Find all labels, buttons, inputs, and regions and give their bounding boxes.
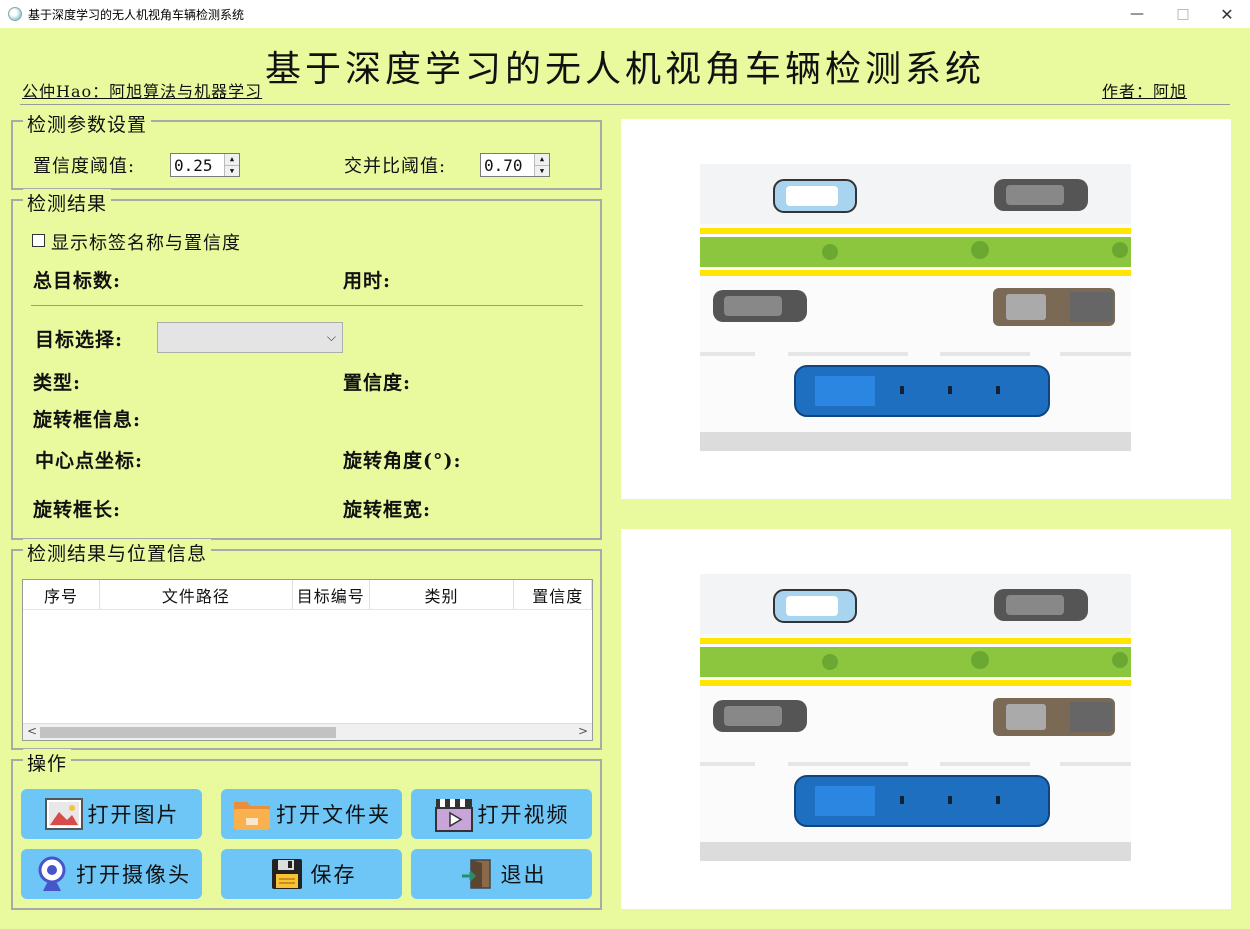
ops-group-title: 操作 — [23, 749, 72, 776]
target-select-dropdown[interactable]: ⌵ — [157, 322, 343, 353]
conf-threshold-spinbox[interactable]: 0.25 ▲ ▼ — [170, 153, 240, 177]
close-button[interactable]: ✕ — [1204, 0, 1250, 28]
col-header-filepath[interactable]: 文件路径 — [100, 580, 293, 609]
params-group: 检测参数设置 置信度阈值: 0.25 ▲ ▼ 交并比阈值: 0.70 ▲ ▼ — [11, 110, 602, 190]
col-header-confidence[interactable]: 置信度 — [514, 580, 592, 609]
rotbox-info-label: 旋转框信息: — [33, 409, 142, 431]
results-table[interactable]: 序号 文件路径 目标编号 类别 置信度 < > — [22, 579, 593, 741]
results-divider — [31, 305, 583, 306]
spin-up-icon[interactable]: ▲ — [535, 154, 549, 165]
scrollbar-thumb[interactable] — [40, 727, 336, 738]
table-group-title: 检测结果与位置信息 — [23, 539, 212, 566]
scroll-right-icon[interactable]: > — [578, 724, 588, 738]
params-group-title: 检测参数设置 — [23, 110, 152, 137]
exit-door-icon — [457, 854, 497, 894]
col-header-target-id[interactable]: 目标编号 — [293, 580, 370, 609]
total-targets-label: 总目标数: — [33, 270, 122, 292]
box-width-label: 旋转框宽: — [343, 499, 432, 521]
spin-up-icon[interactable]: ▲ — [225, 154, 239, 165]
confidence-label: 置信度: — [343, 372, 412, 394]
author-caption: 作者：阿旭 — [1102, 82, 1188, 101]
app-icon — [8, 7, 22, 21]
elapsed-time-label: 用时: — [343, 270, 392, 292]
table-group: 检测结果与位置信息 序号 文件路径 目标编号 类别 置信度 < > — [11, 539, 602, 750]
open-camera-button[interactable]: 打开摄像头 — [21, 849, 202, 899]
open-image-button[interactable]: 打开图片 — [21, 789, 202, 839]
show-label-checkbox[interactable] — [32, 234, 45, 247]
webcam-icon — [32, 854, 72, 894]
ops-group: 操作 打开图片 打开文件夹 打开视频 打开摄像头 保存 退出 — [11, 749, 602, 910]
video-clapper-icon — [434, 794, 474, 834]
exit-button[interactable]: 退出 — [411, 849, 592, 899]
col-header-index[interactable]: 序号 — [23, 580, 101, 609]
show-label-checkbox-label[interactable]: 显示标签名称与置信度 — [51, 229, 241, 255]
window-titlebar: 基于深度学习的无人机视角车辆检测系统 — □ ✕ — [0, 0, 1250, 28]
target-select-label: 目标选择: — [35, 329, 124, 351]
road-scene-image — [700, 164, 1131, 451]
iou-threshold-value: 0.70 — [484, 155, 523, 175]
results-group-title: 检测结果 — [23, 189, 112, 216]
conf-threshold-label: 置信度阈值: — [33, 156, 136, 177]
spin-down-icon[interactable]: ▼ — [535, 164, 549, 176]
scroll-left-icon[interactable]: < — [27, 724, 37, 738]
center-point-label: 中心点坐标: — [35, 450, 144, 472]
open-video-button[interactable]: 打开视频 — [411, 789, 592, 839]
conf-spin-arrows[interactable]: ▲ ▼ — [224, 154, 239, 176]
header-divider — [20, 104, 1230, 105]
iou-threshold-label: 交并比阈值: — [344, 156, 447, 177]
iou-spin-arrows[interactable]: ▲ ▼ — [534, 154, 549, 176]
spin-down-icon[interactable]: ▼ — [225, 164, 239, 176]
original-image-panel — [621, 119, 1231, 499]
open-folder-button[interactable]: 打开文件夹 — [221, 789, 402, 839]
minimize-button[interactable]: — — [1114, 0, 1160, 28]
iou-threshold-spinbox[interactable]: 0.70 ▲ ▼ — [480, 153, 550, 177]
maximize-button[interactable]: □ — [1160, 0, 1206, 28]
left-caption: 公仲Hao：阿旭算法与机器学习 — [22, 82, 263, 101]
rotation-angle-label: 旋转角度(°): — [343, 450, 462, 472]
type-label: 类型: — [33, 372, 82, 394]
col-header-class[interactable]: 类别 — [370, 580, 515, 609]
chevron-down-icon: ⌵ — [326, 330, 336, 344]
detected-road-scene-image — [700, 574, 1131, 861]
table-header: 序号 文件路径 目标编号 类别 置信度 — [23, 580, 592, 610]
table-horizontal-scrollbar[interactable]: < > — [23, 723, 592, 740]
folder-icon — [232, 794, 272, 834]
box-length-label: 旋转框长: — [33, 499, 122, 521]
results-group: 检测结果 显示标签名称与置信度 总目标数: 用时: 目标选择: ⌵ 类型: 置信… — [11, 189, 602, 540]
save-button[interactable]: 保存 — [221, 849, 402, 899]
floppy-disk-icon — [267, 854, 307, 894]
window-title: 基于深度学习的无人机视角车辆检测系统 — [28, 7, 245, 22]
detection-result-panel — [621, 529, 1231, 909]
image-icon — [44, 794, 84, 834]
conf-threshold-value: 0.25 — [174, 155, 213, 175]
